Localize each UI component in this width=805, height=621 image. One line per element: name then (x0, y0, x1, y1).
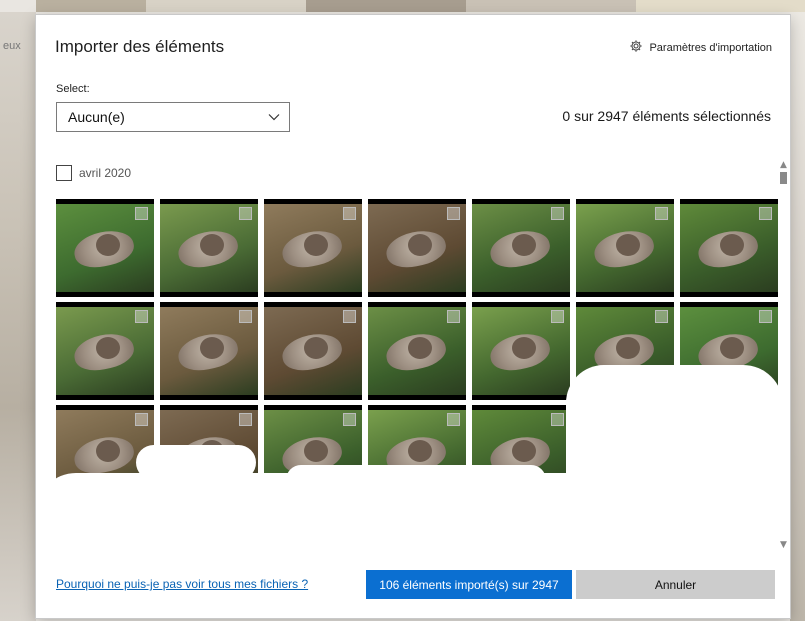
date-group-header: avril 2020 (56, 165, 131, 181)
background-caption: eux (3, 40, 21, 52)
background-photo-strip (636, 0, 805, 12)
selection-count: 0 sur 2947 éléments sélectionnés (562, 108, 771, 124)
thumbnail-checkbox[interactable] (551, 207, 564, 220)
photo-thumbnail[interactable] (56, 302, 154, 400)
scroll-thumb[interactable] (780, 172, 787, 184)
select-value: Aucun(e) (68, 109, 125, 125)
scroll-up-arrow-icon[interactable]: ▲ (779, 160, 788, 170)
photo-thumbnail[interactable] (264, 302, 362, 400)
background-photo-strip (36, 0, 146, 12)
thumbnail-checkbox[interactable] (655, 207, 668, 220)
thumbnail-checkbox[interactable] (447, 207, 460, 220)
background-photo-strip (466, 0, 636, 12)
import-settings-link[interactable]: Paramètres d'importation (629, 39, 772, 56)
thumbnail-checkbox[interactable] (447, 413, 460, 426)
thumbnail-checkbox[interactable] (135, 310, 148, 323)
redaction-overlay (286, 465, 546, 495)
thumbnail-checkbox[interactable] (759, 207, 772, 220)
gear-icon (629, 39, 643, 56)
background-photo-right (790, 12, 805, 621)
scroll-down-arrow-icon[interactable]: ▼ (779, 540, 788, 550)
thumbnail-checkbox[interactable] (343, 413, 356, 426)
photo-thumbnail[interactable] (368, 199, 466, 297)
dialog-title: Importer des éléments (55, 37, 225, 56)
thumbnail-checkbox[interactable] (239, 310, 252, 323)
background-photo-left (0, 12, 36, 621)
thumbnail-checkbox[interactable] (655, 310, 668, 323)
photo-thumbnail[interactable] (368, 302, 466, 400)
thumbnail-checkbox[interactable] (135, 413, 148, 426)
photo-thumbnail[interactable] (264, 199, 362, 297)
help-link[interactable]: Pourquoi ne puis-je pas voir tous mes fi… (56, 577, 308, 591)
background-photo-strip (306, 0, 466, 12)
chevron-down-icon (268, 114, 280, 121)
thumbnail-checkbox[interactable] (447, 310, 460, 323)
thumbnail-checkbox[interactable] (343, 207, 356, 220)
photo-thumbnail[interactable] (680, 199, 778, 297)
redaction-overlay (566, 365, 783, 555)
photo-thumbnail[interactable] (160, 302, 258, 400)
background-photo-strip (146, 0, 306, 12)
select-label: Select: (56, 83, 90, 95)
redaction-overlay (136, 445, 256, 480)
thumbnail-checkbox[interactable] (343, 310, 356, 323)
select-dropdown[interactable]: Aucun(e) (56, 102, 290, 132)
thumbnail-checkbox[interactable] (239, 207, 252, 220)
thumbnail-checkbox[interactable] (759, 310, 772, 323)
photo-thumbnail[interactable] (472, 302, 570, 400)
thumbnail-checkbox[interactable] (551, 310, 564, 323)
thumbnail-checkbox[interactable] (239, 413, 252, 426)
group-date-label: avril 2020 (79, 166, 132, 180)
photo-thumbnail[interactable] (576, 199, 674, 297)
import-dialog: Importer des éléments Paramètres d'impor… (36, 15, 790, 618)
thumbnail-checkbox[interactable] (551, 413, 564, 426)
photo-thumbnail[interactable] (160, 199, 258, 297)
import-settings-label: Paramètres d'importation (649, 41, 772, 54)
thumbnail-checkbox[interactable] (135, 207, 148, 220)
import-button[interactable]: 106 éléments importé(s) sur 2947 (366, 570, 572, 599)
group-select-checkbox[interactable] (56, 165, 72, 181)
photo-thumbnail[interactable] (56, 199, 154, 297)
photo-thumbnail[interactable] (472, 199, 570, 297)
cancel-button[interactable]: Annuler (576, 570, 775, 599)
